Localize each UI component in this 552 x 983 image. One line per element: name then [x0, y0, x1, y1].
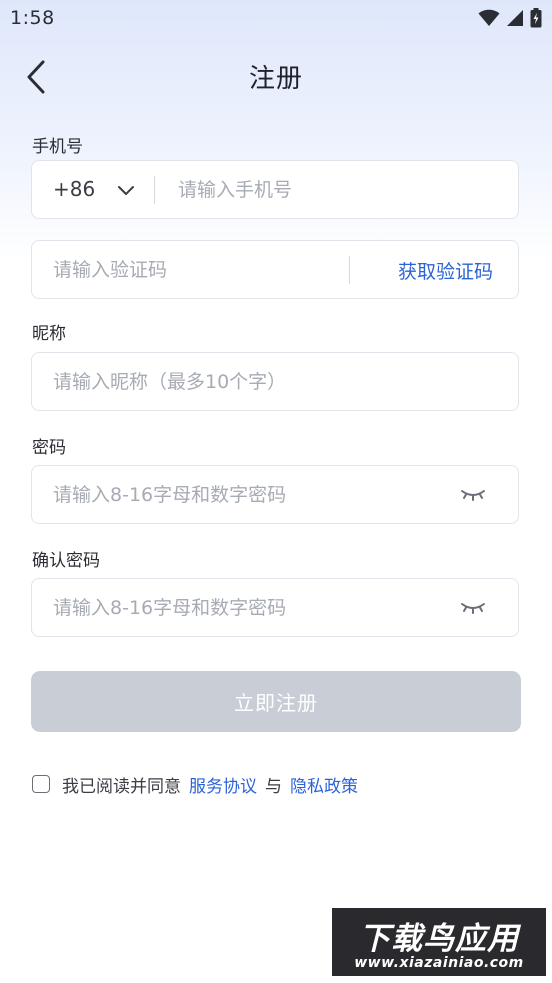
phone-label: 手机号 — [32, 137, 83, 157]
confirm-password-field — [31, 578, 519, 637]
code-divider — [349, 256, 350, 284]
status-time: 1:58 — [10, 7, 55, 29]
nickname-field — [31, 352, 519, 411]
password-field — [31, 465, 519, 524]
status-bar: 1:58 — [0, 0, 552, 38]
agree-checkbox[interactable] — [32, 775, 50, 793]
nickname-input[interactable] — [53, 353, 493, 410]
code-field: 获取验证码 — [31, 240, 519, 299]
watermark-logo: 下载鸟应用 www.xiazainiao.com — [330, 906, 548, 978]
phone-input[interactable] — [178, 161, 498, 218]
nickname-label: 昵称 — [32, 324, 66, 344]
password-input[interactable] — [53, 466, 453, 523]
confirm-password-label: 确认密码 — [32, 551, 100, 571]
signal-icon — [507, 10, 523, 26]
eye-closed-icon[interactable] — [460, 601, 486, 615]
phone-field: +86 — [31, 160, 519, 219]
watermark-url: www.xiazainiao.com — [354, 955, 524, 971]
register-button[interactable]: 立即注册 — [31, 671, 521, 732]
phone-divider — [154, 176, 155, 204]
watermark-title: 下载鸟应用 — [359, 921, 519, 957]
agreement-and: 与 — [265, 776, 282, 797]
get-code-button[interactable]: 获取验证码 — [398, 257, 493, 284]
agreement-text: 我已阅读并同意 — [62, 776, 181, 797]
code-input[interactable] — [53, 241, 343, 298]
wifi-icon — [478, 9, 500, 26]
battery-icon — [530, 8, 542, 28]
password-label: 密码 — [32, 438, 66, 458]
agreement-row: 我已阅读并同意 服务协议 与 隐私政策 — [32, 772, 358, 797]
confirm-password-input[interactable] — [53, 579, 453, 636]
page-title: 注册 — [248, 64, 303, 94]
chevron-down-icon[interactable] — [117, 181, 135, 199]
country-code-selector[interactable]: +86 — [53, 177, 95, 201]
privacy-policy-link[interactable]: 隐私政策 — [290, 772, 358, 797]
service-agreement-link[interactable]: 服务协议 — [189, 772, 257, 797]
status-icons — [478, 8, 542, 28]
eye-closed-icon[interactable] — [460, 488, 486, 502]
